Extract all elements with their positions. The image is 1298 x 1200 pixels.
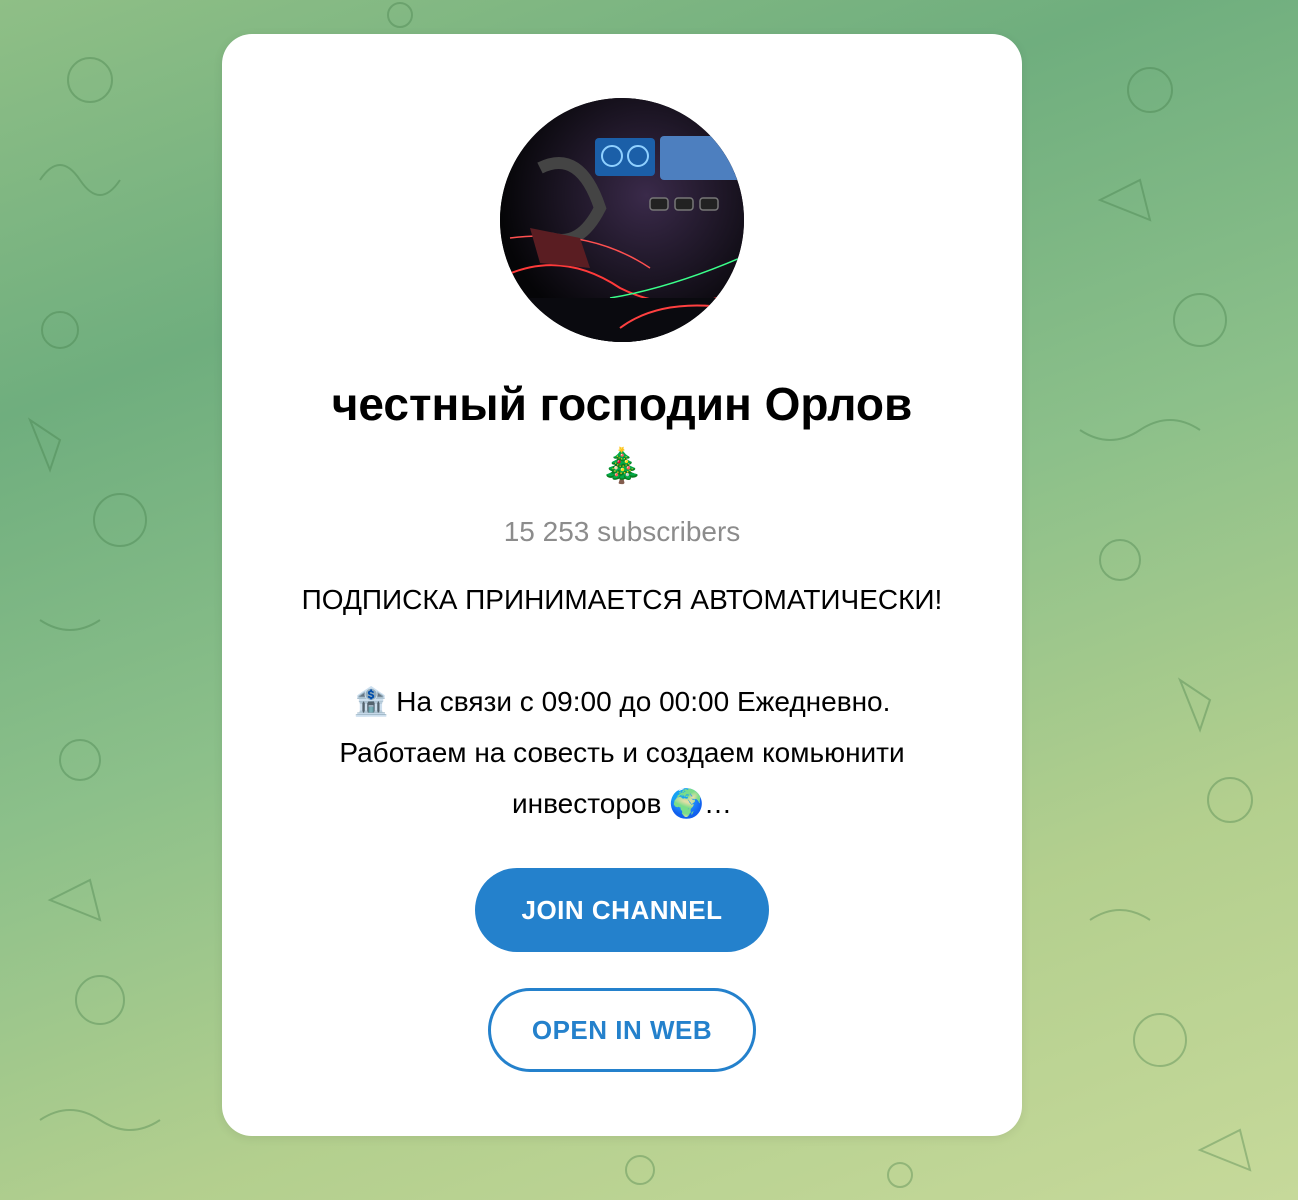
join-channel-button[interactable]: JOIN CHANNEL [475, 868, 769, 952]
channel-title: честный господин Орлов [331, 378, 913, 430]
description-line: Работаем на совесть и создаем комьюнити [339, 737, 905, 768]
subscriber-count: 15 253 subscribers [503, 516, 741, 547]
open-in-web-button[interactable]: OPEN IN WEB [488, 988, 756, 1072]
description-line: инвесторов 🌍… [512, 788, 732, 819]
christmas-tree-icon: 🎄 [600, 447, 644, 485]
channel-description: ПОДПИСКА ПРИНИМАЕТСЯ АВТОМАТИЧЕСКИ! 🏦 На… [262, 574, 982, 829]
car-interior-photo-icon [500, 98, 744, 342]
channel-avatar [500, 98, 744, 342]
description-line: ПОДПИСКА ПРИНИМАЕТСЯ АВТОМАТИЧЕСКИ! [301, 584, 943, 615]
channel-card: честный господин Орлов 🎄 15 253 subscrib… [222, 34, 1022, 1136]
description-line: 🏦 На связи с 09:00 до 00:00 Ежедневно. [353, 686, 891, 717]
